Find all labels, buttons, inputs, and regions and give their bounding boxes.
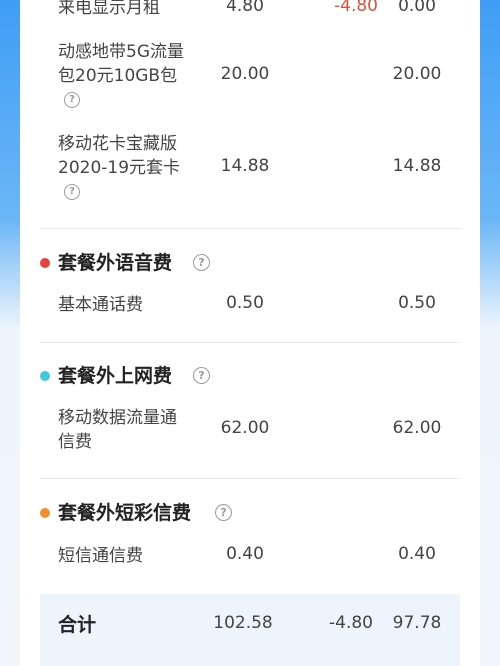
- section-sms-header: 套餐外短彩信费 ?: [20, 500, 480, 530]
- divider: [40, 478, 460, 479]
- fee-value-1: 20.00: [220, 64, 270, 84]
- divider: [40, 342, 460, 343]
- bill-detail-card: 来电显示月租 4.80 -4.80 0.00 动感地带5G流量 包20元10GB…: [20, 0, 480, 666]
- section-title: 套餐外上网费: [58, 365, 173, 387]
- fee-value-1: 0.50: [226, 293, 264, 313]
- fee-row-caller-id: 来电显示月租 4.80 -4.80 0.00: [20, 0, 480, 26]
- section-dot: [40, 508, 50, 518]
- fee-value-3: 0.40: [398, 544, 436, 564]
- help-icon[interactable]: ?: [215, 504, 232, 521]
- fee-name-line2: 2020-19元套卡: [58, 158, 181, 178]
- fee-value-1: 14.88: [220, 156, 270, 176]
- total-value-1: 102.58: [213, 613, 273, 633]
- fee-row-data-pack: 动感地带5G流量 包20元10GB包 ? 20.00 20.00: [20, 40, 480, 120]
- fee-row-treasure-card: 移动花卡宝藏版 2020-19元套卡 ? 14.88 14.88: [20, 132, 480, 212]
- help-icon[interactable]: ?: [64, 92, 80, 108]
- fee-name-line2: 包20元10GB包: [58, 66, 178, 86]
- total-value-3: 97.78: [392, 613, 442, 633]
- fee-row-mobile-data: 移动数据流量通 信费 62.00 62.00: [20, 406, 480, 458]
- fee-value-3: 0.50: [398, 293, 436, 313]
- fee-name: 短信通信费: [58, 546, 143, 566]
- fee-value-3: 0.00: [398, 0, 436, 16]
- divider: [40, 228, 460, 229]
- fee-value-3: 20.00: [392, 64, 442, 84]
- section-title: 套餐外语音费: [58, 252, 173, 274]
- fee-name-line2: 信费: [58, 432, 92, 452]
- help-icon[interactable]: ?: [193, 367, 210, 384]
- fee-name: 来电显示月租: [58, 0, 160, 18]
- section-dot: [40, 371, 50, 381]
- total-row: 合计 102.58 -4.80 97.78: [40, 594, 460, 666]
- fee-name-line1: 移动花卡宝藏版: [58, 134, 177, 154]
- help-icon[interactable]: ?: [193, 254, 210, 271]
- fee-row-sms: 短信通信费 0.40 0.40: [20, 544, 480, 574]
- fee-name: 基本通话费: [58, 295, 143, 315]
- fee-name-line1: 动感地带5G流量: [58, 42, 184, 62]
- fee-value-1: 0.40: [226, 544, 264, 564]
- total-label: 合计: [58, 614, 97, 636]
- fee-value-1: 62.00: [220, 418, 270, 438]
- fee-name-line1: 移动数据流量通: [58, 408, 177, 428]
- fee-row-basic-call: 基本通话费 0.50 0.50: [20, 293, 480, 323]
- fee-value-3: 62.00: [392, 418, 442, 438]
- fee-value-1: 4.80: [226, 0, 264, 16]
- help-icon[interactable]: ?: [64, 184, 80, 200]
- section-title: 套餐外短彩信费: [58, 502, 192, 524]
- fee-value-3: 14.88: [392, 156, 442, 176]
- section-internet-header: 套餐外上网费 ?: [20, 363, 480, 393]
- section-voice-header: 套餐外语音费 ?: [20, 250, 480, 280]
- section-dot: [40, 258, 50, 268]
